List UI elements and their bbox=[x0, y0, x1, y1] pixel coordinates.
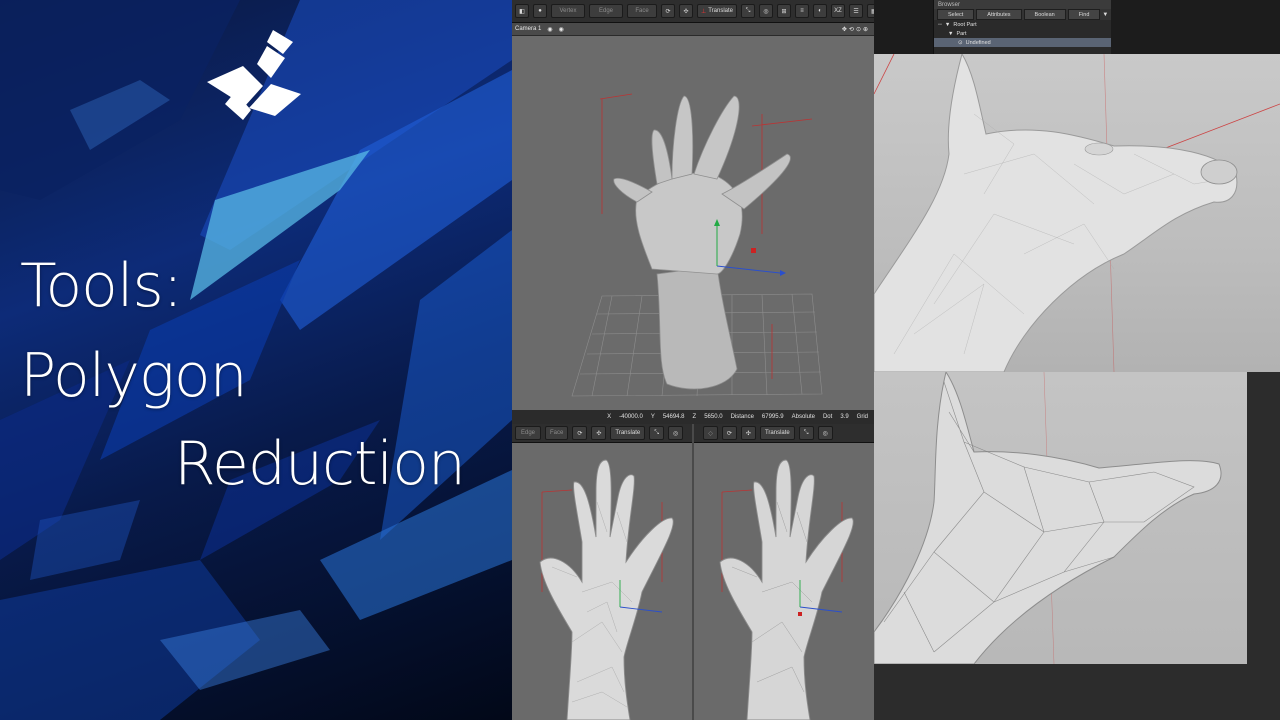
forearm-shape bbox=[656, 265, 738, 390]
title-panel: Tools: Polygon Reduction bbox=[0, 0, 512, 720]
expand-icon[interactable]: ▼ bbox=[945, 22, 950, 28]
dog-render-low-poly bbox=[874, 372, 1247, 664]
camera-options-icon[interactable]: ◉ bbox=[547, 26, 552, 33]
tree-item-part[interactable]: ▼ Part bbox=[934, 29, 1111, 38]
xz-button[interactable]: XZ bbox=[831, 4, 845, 18]
shading-icon[interactable]: ◐ bbox=[813, 4, 827, 18]
palm-shape bbox=[635, 172, 743, 275]
transform-icon[interactable]: ⤡ bbox=[649, 426, 665, 440]
snap-icon[interactable]: ◎ bbox=[668, 426, 684, 440]
x-value[interactable]: -40000.0 bbox=[619, 414, 643, 420]
dog-render-high-poly bbox=[874, 54, 1280, 372]
lasso-icon[interactable]: ✣ bbox=[591, 426, 607, 440]
tree-label: Undefined bbox=[965, 39, 991, 46]
browser-menu-icon[interactable]: ▼ bbox=[1102, 12, 1111, 18]
translate-button-left[interactable]: Translate bbox=[610, 426, 646, 440]
transform-icon-2[interactable]: ⤡ bbox=[798, 426, 814, 440]
visibility-icon[interactable]: ◦◦ bbox=[938, 22, 942, 28]
grid-icon[interactable]: ▦ bbox=[867, 4, 874, 18]
tab-boolean[interactable]: Boolean bbox=[1023, 9, 1066, 20]
transform-icon[interactable]: ⤡ bbox=[741, 4, 755, 18]
distance-value[interactable]: 67995.9 bbox=[762, 414, 784, 420]
snap-icon-2[interactable]: ◎ bbox=[817, 426, 833, 440]
dog-high-poly-image bbox=[874, 54, 1280, 372]
top-viewport[interactable]: ◧ ● Vertex Edge Face ⟳ ✣ ⊥ Translate ⤡ ◎… bbox=[512, 0, 874, 410]
axis-gizmo-icon: ⊥ bbox=[700, 8, 707, 15]
translate-label: Translate bbox=[708, 8, 734, 14]
face-button[interactable]: Face bbox=[545, 426, 569, 440]
x-label: X bbox=[607, 414, 612, 420]
mode-select[interactable]: Absolute bbox=[792, 414, 815, 420]
empty-panel-bottom bbox=[874, 664, 1247, 720]
distance-label: Distance bbox=[730, 414, 754, 420]
tab-attributes[interactable]: Attributes bbox=[976, 9, 1022, 20]
title-line-1: Tools: bbox=[20, 251, 183, 321]
ring-finger-shape bbox=[693, 95, 740, 180]
dog-low-poly-image bbox=[874, 372, 1222, 664]
y-value[interactable]: 54694.8 bbox=[663, 414, 685, 420]
list-icon[interactable]: ☰ bbox=[849, 4, 863, 18]
edge-button[interactable]: Edge bbox=[515, 426, 541, 440]
lasso-icon-2[interactable]: ✣ bbox=[740, 426, 756, 440]
empty-panel-right bbox=[1247, 372, 1280, 720]
tree-label: Part bbox=[956, 30, 967, 37]
face-mode-icon[interactable]: ◇ bbox=[703, 426, 718, 440]
translate-button[interactable]: ⊥ Translate bbox=[697, 4, 737, 18]
y-label: Y bbox=[650, 414, 655, 420]
part-icon: ⊙ bbox=[958, 39, 963, 46]
vertex-button[interactable]: Vertex bbox=[551, 4, 585, 18]
coordinate-bar: X -40000.0 Y 54694.8 Z 5650.0 Distance 6… bbox=[512, 410, 874, 424]
translate-button-right[interactable]: Translate bbox=[759, 426, 795, 440]
logo-icon bbox=[207, 30, 301, 120]
z-label: Z bbox=[692, 414, 697, 420]
rotate-icon-2[interactable]: ⟳ bbox=[721, 426, 737, 440]
snap-icon[interactable]: ◎ bbox=[759, 4, 773, 18]
title-line-3: Reduction bbox=[174, 429, 466, 499]
display-options-icon[interactable]: ◉ bbox=[559, 26, 564, 33]
rotate-icon[interactable]: ⟳ bbox=[572, 426, 588, 440]
dot-value[interactable]: 3.9 bbox=[840, 414, 848, 420]
browser-header: Browser bbox=[934, 0, 1111, 9]
top-toolbar: ◧ ● Vertex Edge Face ⟳ ✣ ⊥ Translate ⤡ ◎… bbox=[512, 0, 874, 23]
camera-label[interactable]: Camera 1 bbox=[515, 26, 541, 32]
menu-icon[interactable]: ≡ bbox=[795, 4, 809, 18]
tree-label: Root Part bbox=[953, 21, 977, 28]
mode-icon[interactable]: ◧ bbox=[515, 4, 529, 18]
hand-model-view bbox=[571, 93, 823, 397]
lasso-icon[interactable]: ✣ bbox=[679, 4, 693, 18]
rotate-icon[interactable]: ⟳ bbox=[661, 4, 675, 18]
face-button[interactable]: Face bbox=[627, 4, 657, 18]
dot-label: Dot bbox=[822, 414, 833, 420]
browser-tabs: Select Attributes Boolean Find ▼ bbox=[934, 9, 1111, 20]
tab-select[interactable]: Select bbox=[937, 9, 975, 20]
edge-button[interactable]: Edge bbox=[589, 4, 623, 18]
tab-find[interactable]: Find bbox=[1067, 9, 1101, 20]
navigation-icons[interactable]: ✥⟲⊙⊕ bbox=[842, 26, 874, 33]
grid-label[interactable]: Grid bbox=[857, 414, 868, 420]
middle-finger-shape bbox=[671, 95, 694, 180]
bottom-viewport[interactable]: Edge Face ⟳ ✣ Translate ⤡ ◎ ◇ ⟳ ✣ Transl… bbox=[512, 424, 874, 720]
hand-high-poly bbox=[539, 459, 674, 720]
sphere-icon[interactable]: ● bbox=[533, 4, 547, 18]
tree-item-undefined[interactable]: ⊙ Undefined bbox=[934, 38, 1111, 47]
title-line-2: Polygon bbox=[20, 341, 248, 411]
hand-comparison-view bbox=[539, 459, 854, 720]
tree-item-root-part[interactable]: ◦◦ ▼ Root Part bbox=[934, 20, 1111, 29]
grid-snap-icon[interactable]: ⊞ bbox=[777, 4, 791, 18]
index-finger-shape bbox=[651, 129, 673, 185]
hand-reduced-poly bbox=[719, 459, 854, 720]
browser-panel: Browser Select Attributes Boolean Find ▼… bbox=[933, 0, 1111, 54]
z-value[interactable]: 5650.0 bbox=[704, 414, 722, 420]
expand-icon[interactable]: ▼ bbox=[948, 31, 953, 37]
pinky-finger-shape bbox=[721, 153, 791, 210]
